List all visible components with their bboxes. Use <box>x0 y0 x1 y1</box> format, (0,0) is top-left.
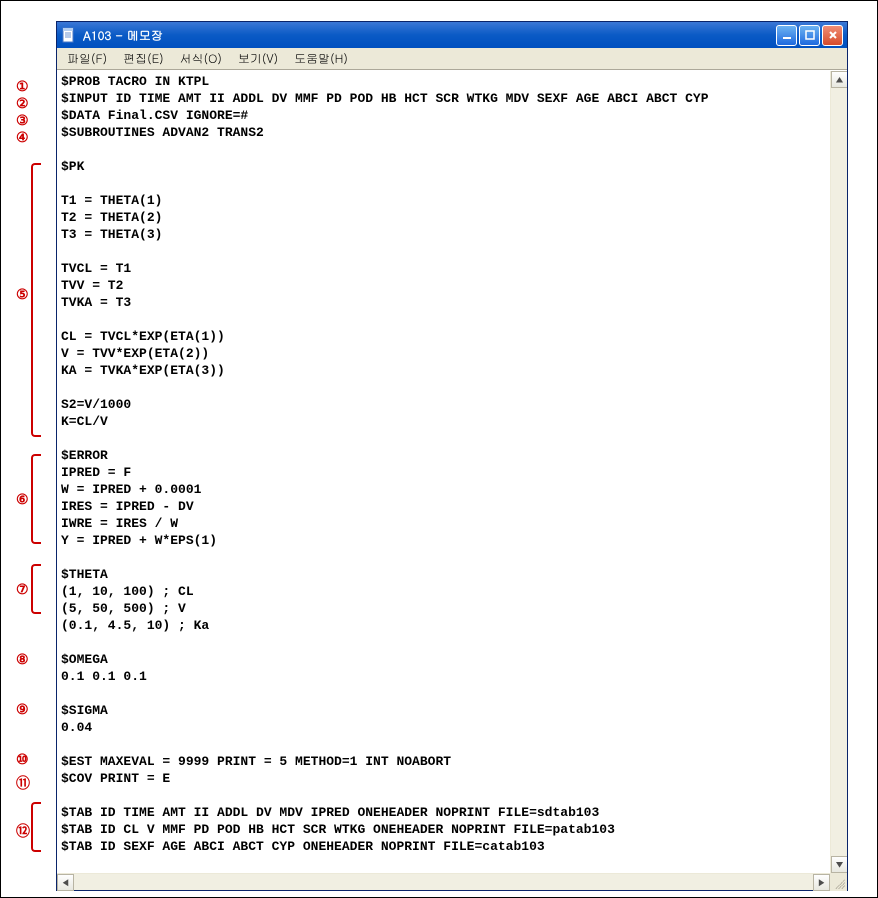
resize-grip[interactable] <box>830 874 847 891</box>
window-title: A103 - 메모장 <box>83 27 770 44</box>
scroll-down-button[interactable]: ▼ <box>831 856 847 873</box>
menu-edit[interactable]: 편집(E) <box>117 48 170 69</box>
notepad-window: A103 - 메모장 파일(F) 편집(E) 서식(O) 보기(V) 도움말(H… <box>56 21 848 891</box>
annotation-12: ⑫ <box>16 821 30 841</box>
annotation-3: ③ <box>16 112 29 129</box>
annotation-6: ⑥ <box>16 491 29 508</box>
minimize-button[interactable] <box>776 25 797 46</box>
annotation-10: ⑩ <box>16 751 29 768</box>
annotation-11: ⑪ <box>16 773 30 793</box>
titlebar[interactable]: A103 - 메모장 <box>57 22 847 48</box>
bracket-6 <box>31 454 41 544</box>
annotation-2: ② <box>16 95 29 112</box>
annotation-9: ⑨ <box>16 701 29 718</box>
menu-view[interactable]: 보기(V) <box>232 48 284 69</box>
close-button[interactable] <box>822 25 843 46</box>
menu-help[interactable]: 도움말(H) <box>288 48 354 69</box>
menu-format[interactable]: 서식(O) <box>174 48 228 69</box>
scroll-track-v[interactable] <box>831 88 847 856</box>
bracket-12 <box>31 802 41 852</box>
annotation-7: ⑦ <box>16 581 29 598</box>
maximize-button[interactable] <box>799 25 820 46</box>
scroll-left-button[interactable]: ◀ <box>57 874 74 891</box>
scroll-up-button[interactable]: ▲ <box>831 71 847 88</box>
annotation-5: ⑤ <box>16 286 29 303</box>
scroll-track-h[interactable] <box>74 874 813 890</box>
vertical-scrollbar[interactable]: ▲ ▼ <box>830 71 847 873</box>
bracket-5 <box>31 163 41 437</box>
bracket-7 <box>31 564 41 614</box>
annotation-4: ④ <box>16 129 29 146</box>
notepad-icon <box>61 27 77 43</box>
text-content[interactable]: $PROB TACRO IN KTPL $INPUT ID TIME AMT I… <box>57 71 830 873</box>
menubar: 파일(F) 편집(E) 서식(O) 보기(V) 도움말(H) <box>57 48 847 70</box>
annotation-1: ① <box>16 78 29 95</box>
horizontal-scrollbar[interactable]: ◀ ▶ <box>57 873 847 890</box>
menu-file[interactable]: 파일(F) <box>61 48 113 69</box>
annotation-8: ⑧ <box>16 651 29 668</box>
scroll-right-button[interactable]: ▶ <box>813 874 830 891</box>
